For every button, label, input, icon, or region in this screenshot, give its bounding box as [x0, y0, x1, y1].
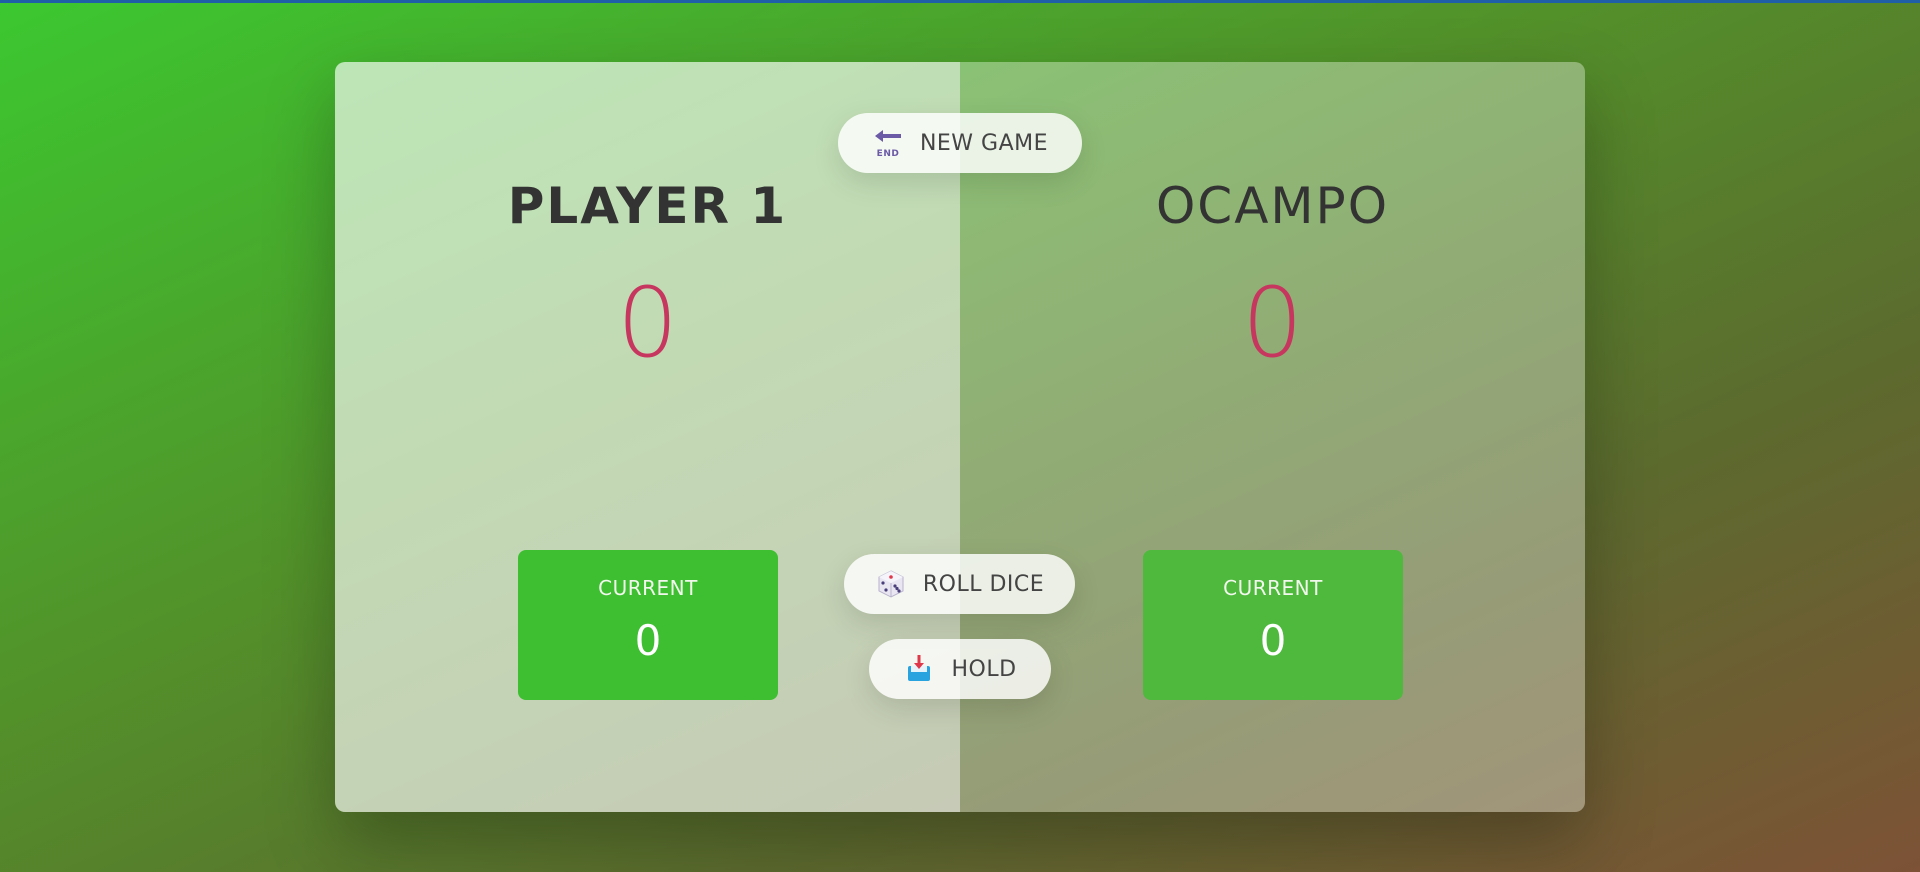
- current-label: CURRENT: [1223, 576, 1323, 600]
- svg-text:END: END: [877, 149, 900, 159]
- player-panel-1: PLAYER 1 0 CURRENT 0: [335, 62, 960, 812]
- top-accent-line: [0, 0, 1920, 3]
- hold-label: HOLD: [951, 656, 1017, 682]
- end-arrow-icon: END: [874, 130, 901, 159]
- roll-dice-button[interactable]: ROLL DICE: [844, 554, 1075, 614]
- player-total-score: 0: [616, 267, 679, 379]
- current-score: 0: [1259, 616, 1287, 665]
- game-board: PLAYER 1 0 CURRENT 0 OCAMPO 0 CURRENT 0: [335, 62, 1585, 812]
- dice-icon: [878, 570, 904, 598]
- current-score-box: CURRENT 0: [518, 550, 778, 700]
- player-name: PLAYER 1: [507, 177, 788, 235]
- roll-dice-label: ROLL DICE: [922, 571, 1045, 597]
- player-panel-2: OCAMPO 0 CURRENT 0: [960, 62, 1585, 812]
- current-score: 0: [634, 616, 662, 665]
- new-game-label: NEW GAME: [919, 130, 1049, 156]
- inbox-tray-icon: [908, 655, 931, 681]
- player-total-score: 0: [1241, 267, 1304, 379]
- current-score-box: CURRENT 0: [1143, 550, 1403, 700]
- hold-button[interactable]: HOLD: [869, 639, 1051, 699]
- current-label: CURRENT: [598, 576, 698, 600]
- player-name: OCAMPO: [1155, 177, 1390, 235]
- new-game-button[interactable]: END NEW GAME: [838, 113, 1082, 173]
